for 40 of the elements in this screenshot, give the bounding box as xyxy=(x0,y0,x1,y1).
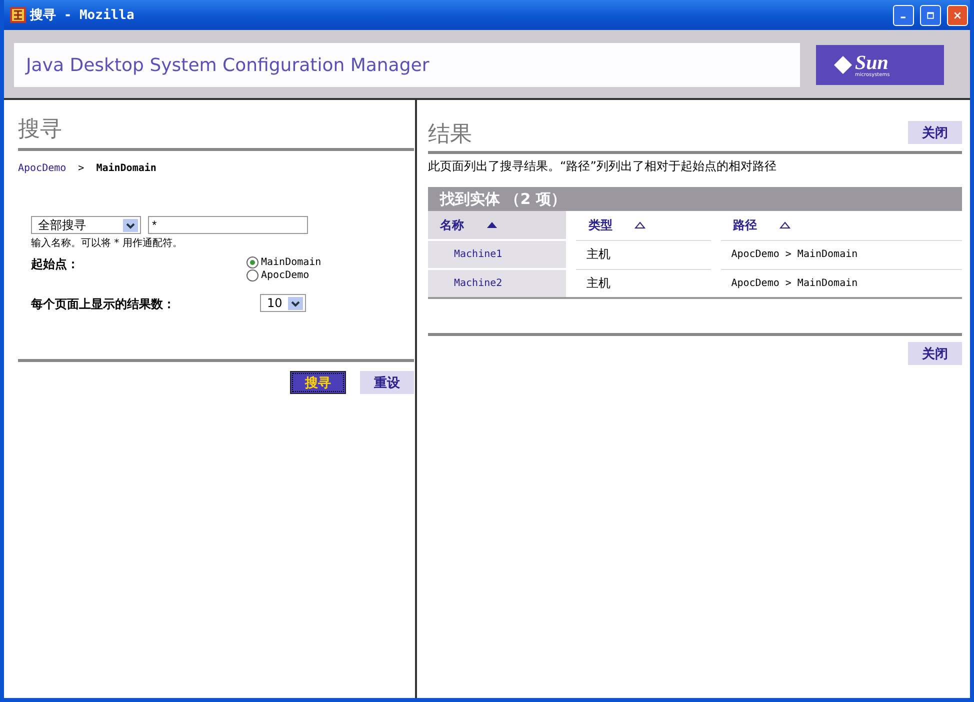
close-icon xyxy=(954,10,961,20)
minimize-button[interactable] xyxy=(893,4,914,26)
scope-dropdown[interactable]: 全部搜寻 xyxy=(31,216,141,234)
maximize-icon xyxy=(927,10,934,20)
search-button[interactable]: 搜寻 xyxy=(290,371,346,394)
chevron-down-icon xyxy=(288,296,303,310)
table-cell: 主机 xyxy=(576,240,712,269)
breadcrumb-link[interactable]: ApocDemo xyxy=(18,163,66,174)
breadcrumb-separator: > xyxy=(78,163,84,174)
table-cell: ApocDemo > MainDomain xyxy=(721,240,962,269)
table-cell: ApocDemo > MainDomain xyxy=(721,269,962,298)
search-field[interactable]: * xyxy=(148,216,308,234)
name-link[interactable]: Machine2 xyxy=(428,269,566,298)
field-label: 每个页面上显示的结果数： xyxy=(31,296,176,313)
name-link[interactable]: Machine1 xyxy=(428,240,566,269)
description-text: 此页面列出了搜寻结果。“路径”列列出了相对于起始点的相对路径 xyxy=(428,158,778,175)
close-button[interactable] xyxy=(947,4,968,26)
column-header[interactable]: 类型 xyxy=(576,211,712,240)
reset-button[interactable]: 重设 xyxy=(360,371,414,394)
field-label: 起始点： xyxy=(31,256,80,273)
maximize-button[interactable] xyxy=(920,4,941,26)
logo-text: Sun xyxy=(855,52,888,72)
panel-heading: 搜寻 xyxy=(18,114,414,151)
table-cell: 主机 xyxy=(576,269,712,298)
panel-heading: 结果 xyxy=(428,121,472,149)
app-icon xyxy=(10,7,26,23)
app-title: Java Desktop System Configuration Manager xyxy=(14,43,800,87)
page-size-dropdown[interactable]: 10 xyxy=(260,294,306,312)
hint-text: 输入名称。可以将 * 用作通配符。 xyxy=(31,236,184,250)
close-button[interactable]: 关闭 xyxy=(908,121,962,144)
breadcrumb-current: MainDomain xyxy=(96,163,156,174)
window-title: 搜寻 - Mozilla xyxy=(30,7,136,24)
diamond-icon xyxy=(834,56,852,74)
column-header[interactable]: 路径 xyxy=(721,211,962,240)
radio-option[interactable]: MainDomain xyxy=(246,256,415,269)
close-button[interactable]: 关闭 xyxy=(908,342,962,365)
radio-option[interactable]: ApocDemo xyxy=(246,269,415,282)
column-header[interactable]: 名称 xyxy=(428,211,566,240)
table-title: 找到实体 （2 项） xyxy=(428,187,962,211)
chevron-down-icon xyxy=(123,218,138,232)
